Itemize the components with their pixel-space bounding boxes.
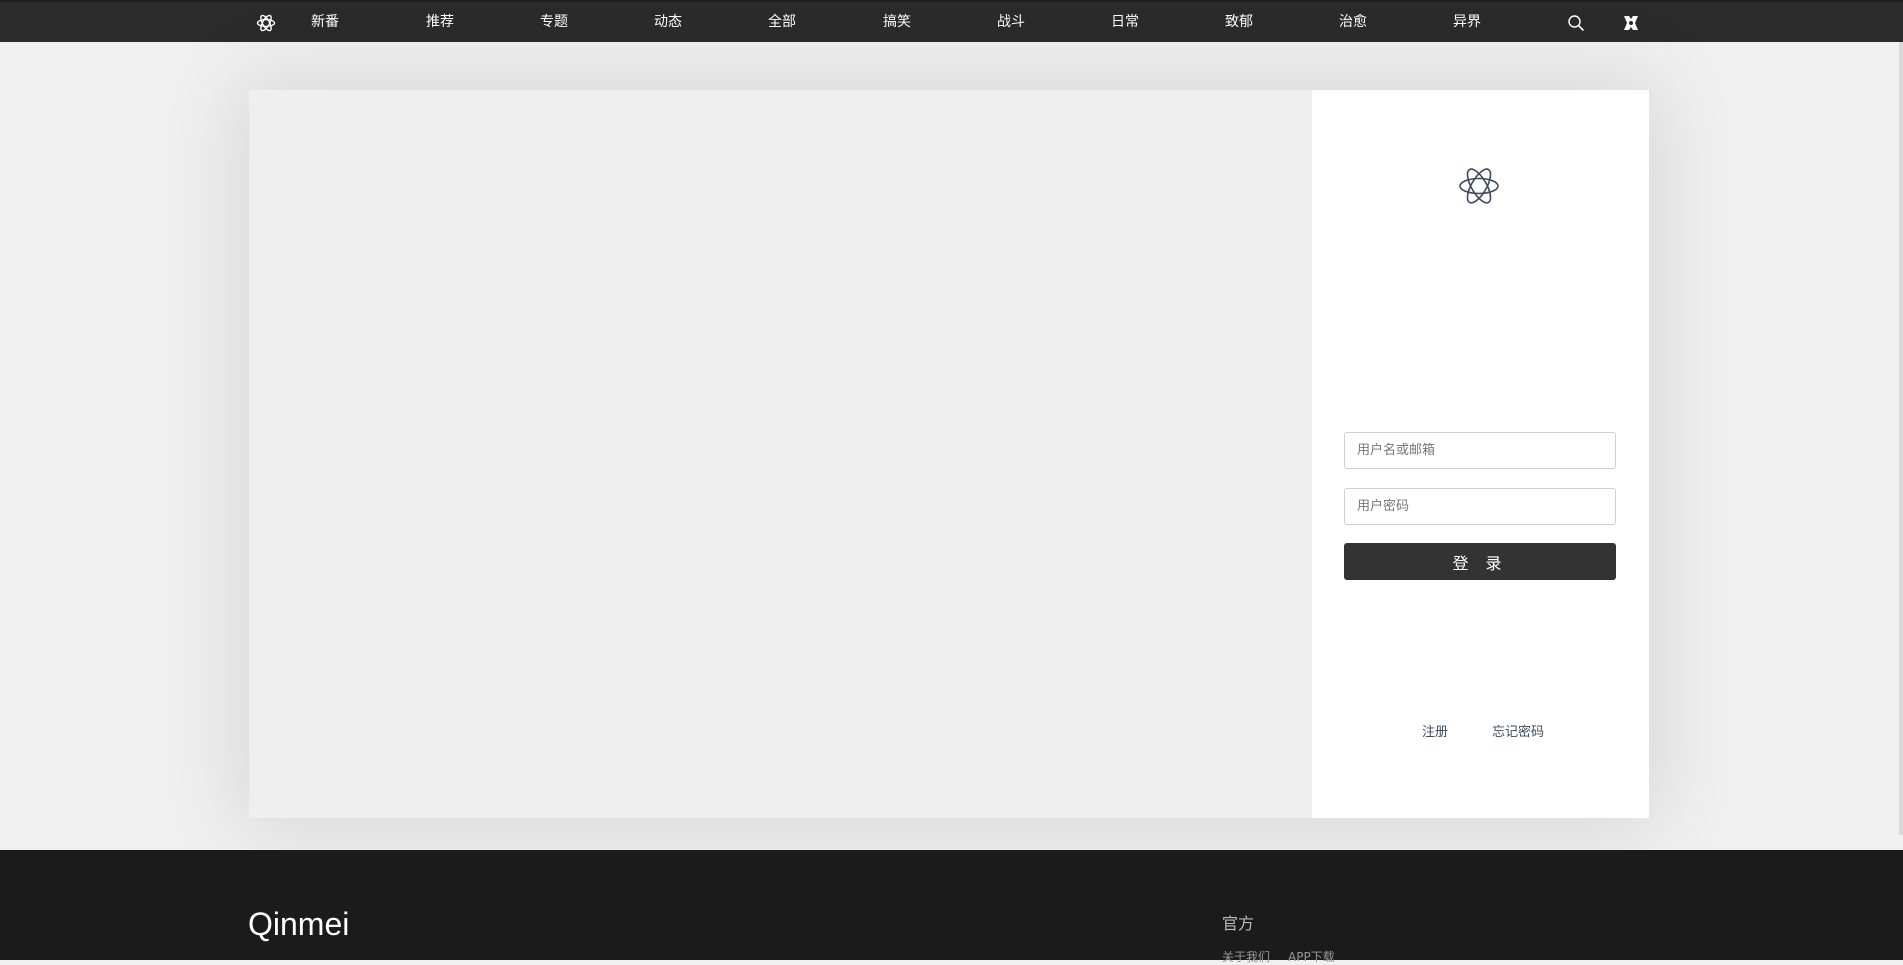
login-button[interactable]: 登 录 <box>1344 543 1616 580</box>
nav-item-zhandou[interactable]: 战斗 <box>981 2 1041 42</box>
footer-section-heading: 官方 <box>1222 914 1255 933</box>
nav-item-quanbu[interactable]: 全部 <box>752 2 812 42</box>
footer-brand: Qinmei <box>248 906 350 942</box>
register-link[interactable]: 注册 <box>1422 721 1448 740</box>
nav-item-tuijian[interactable]: 推荐 <box>410 2 470 42</box>
top-navigation-bar: 新番 推荐 专题 动态 全部 搞笑 战斗 日常 致郁 治愈 异界 <box>0 0 1903 42</box>
nav-item-zhiyu-healing[interactable]: 治愈 <box>1323 2 1383 42</box>
nav-item-zhuanti[interactable]: 专题 <box>524 2 584 42</box>
nav-item-xinfan[interactable]: 新番 <box>295 2 355 42</box>
login-panel: 登 录 注册 忘记密码 <box>1312 90 1649 818</box>
atom-logo-icon <box>1457 164 1501 208</box>
login-card: 登 录 注册 忘记密码 <box>249 90 1649 818</box>
user-icon[interactable] <box>1622 14 1640 32</box>
atom-logo-icon[interactable] <box>256 13 276 33</box>
nav-item-yijie[interactable]: 异界 <box>1437 2 1497 42</box>
page-scrollbar[interactable] <box>1899 42 1903 835</box>
nav-item-richang[interactable]: 日常 <box>1095 2 1155 42</box>
nav-item-dongtai[interactable]: 动态 <box>638 2 698 42</box>
footer-link-about[interactable]: 关于我们 <box>1222 948 1270 965</box>
username-input[interactable] <box>1344 432 1616 469</box>
password-input[interactable] <box>1344 488 1616 525</box>
forgot-password-link[interactable]: 忘记密码 <box>1492 721 1544 740</box>
nav-item-zhiyu[interactable]: 致郁 <box>1209 2 1269 42</box>
footer-link-app-download[interactable]: APP下载 <box>1288 948 1335 965</box>
footer: Qinmei 官方 关于我们 APP下载 <box>0 850 1903 964</box>
search-icon[interactable] <box>1567 14 1585 32</box>
nav-item-gaoxiao[interactable]: 搞笑 <box>867 2 927 42</box>
